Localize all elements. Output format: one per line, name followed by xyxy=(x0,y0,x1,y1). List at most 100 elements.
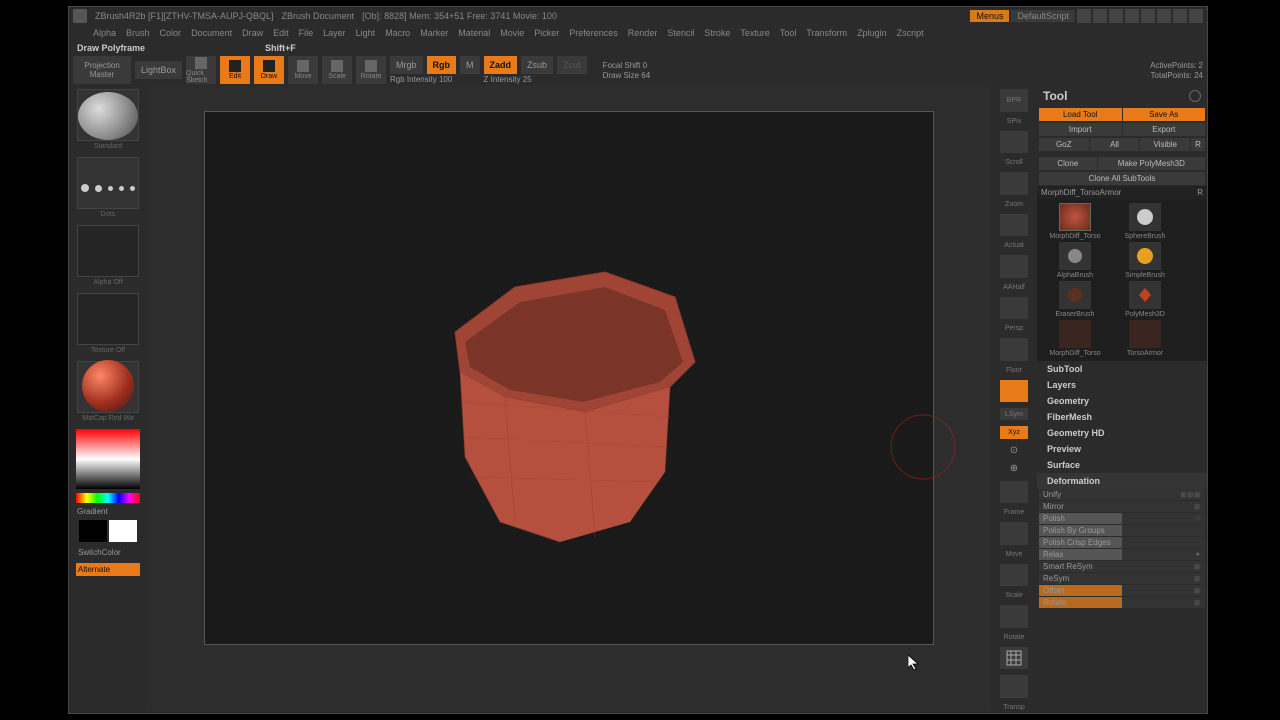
lightbox-button[interactable]: LightBox xyxy=(135,61,182,79)
menu-document[interactable]: Document xyxy=(191,28,232,38)
menu-stroke[interactable]: Stroke xyxy=(704,28,730,38)
minimize-icon[interactable] xyxy=(1157,9,1171,23)
menu-layer[interactable]: Layer xyxy=(323,28,346,38)
gradient-swatches[interactable] xyxy=(79,520,137,542)
alternate-button[interactable]: Alternate xyxy=(76,563,140,576)
r-toggle[interactable]: R xyxy=(1197,188,1203,197)
edit-button[interactable]: Edit xyxy=(220,56,250,84)
zcut-button[interactable]: Zcut xyxy=(557,56,587,74)
lock-icon[interactable] xyxy=(1141,9,1155,23)
brush-selector[interactable]: Standard xyxy=(77,89,139,141)
projection-master-button[interactable]: Projection Master xyxy=(73,56,131,84)
section-fibermesh[interactable]: FiberMesh xyxy=(1037,409,1207,425)
color-picker[interactable] xyxy=(76,429,140,489)
focal-shift-slider[interactable]: Focal Shift 0 xyxy=(603,61,651,70)
refresh-icon[interactable] xyxy=(1189,90,1201,102)
rgb-intensity-slider[interactable]: Rgb Intensity 100 xyxy=(390,75,480,84)
def-polishgroups[interactable]: Polish By Groups xyxy=(1039,525,1205,536)
clone-button[interactable]: Clone xyxy=(1039,157,1097,170)
viewport[interactable] xyxy=(204,111,934,645)
hue-bar[interactable] xyxy=(76,493,140,503)
menu-stencil[interactable]: Stencil xyxy=(667,28,694,38)
tool-item-alphabrush[interactable]: AlphaBrush xyxy=(1041,242,1109,279)
sym-toggle-1[interactable]: ⊙ xyxy=(1000,445,1028,457)
bpr-button[interactable]: BPR xyxy=(1000,89,1028,112)
menu-marker[interactable]: Marker xyxy=(420,28,448,38)
material-selector[interactable]: MatCap Red Wa xyxy=(77,361,139,413)
menu-texture[interactable]: Texture xyxy=(740,28,770,38)
polyframe-button[interactable] xyxy=(1000,647,1028,670)
menu-file[interactable]: File xyxy=(299,28,314,38)
zoom-button[interactable] xyxy=(1000,172,1028,195)
layout-icon[interactable] xyxy=(1109,9,1123,23)
menu-brush[interactable]: Brush xyxy=(126,28,150,38)
def-relax[interactable]: Relax● xyxy=(1039,549,1205,560)
section-deformation[interactable]: Deformation xyxy=(1037,473,1207,489)
rotate-nav-button[interactable] xyxy=(1000,605,1028,628)
menu-zplugin[interactable]: Zplugin xyxy=(857,28,887,38)
def-rotate[interactable]: Rotate⊞ xyxy=(1039,597,1205,608)
import-button[interactable]: Import xyxy=(1039,123,1122,136)
local-button[interactable] xyxy=(1000,380,1028,403)
menu-draw[interactable]: Draw xyxy=(242,28,263,38)
menu-render[interactable]: Render xyxy=(628,28,658,38)
floor-button[interactable] xyxy=(1000,338,1028,361)
tool-item-simplebrush[interactable]: SimpleBrush xyxy=(1111,242,1179,279)
zsub-button[interactable]: Zsub xyxy=(521,56,553,74)
texture-selector[interactable]: Texture Off xyxy=(77,293,139,345)
tool-item-eraserbrush[interactable]: EraserBrush xyxy=(1041,281,1109,318)
rotate-button[interactable]: Rotate xyxy=(356,56,386,84)
tool-item-spherebrush[interactable]: SphereBrush xyxy=(1111,203,1179,240)
tool-item-torsoarmor[interactable]: TorsoArmor xyxy=(1111,320,1179,357)
scroll-button[interactable] xyxy=(1000,131,1028,154)
menu-color[interactable]: Color xyxy=(160,28,182,38)
def-resym[interactable]: ReSym⊞ xyxy=(1039,573,1205,584)
section-preview[interactable]: Preview xyxy=(1037,441,1207,457)
move-nav-button[interactable] xyxy=(1000,522,1028,545)
tool-item-polymesh[interactable]: PolyMesh3D xyxy=(1111,281,1179,318)
tool-item-morphdiff[interactable]: MorphDiff_Torso xyxy=(1041,203,1109,240)
goz-visible-button[interactable]: Visible xyxy=(1140,138,1190,151)
menu-tool[interactable]: Tool xyxy=(780,28,797,38)
menu-edit[interactable]: Edit xyxy=(273,28,289,38)
default-script[interactable]: DefaultScript xyxy=(1011,10,1075,22)
section-geometry[interactable]: Geometry xyxy=(1037,393,1207,409)
actual-button[interactable] xyxy=(1000,214,1028,237)
draw-button[interactable]: Draw xyxy=(254,56,284,84)
xyz-button[interactable]: Xyz xyxy=(1000,426,1028,438)
goz-all-button[interactable]: All xyxy=(1090,138,1140,151)
move-button[interactable]: Move xyxy=(288,56,318,84)
menu-alpha[interactable]: Alpha xyxy=(93,28,116,38)
menu-transform[interactable]: Transform xyxy=(806,28,847,38)
make-polymesh-button[interactable]: Make PolyMesh3D xyxy=(1098,157,1205,170)
def-mirror[interactable]: Mirror⊞ xyxy=(1039,501,1205,512)
section-layers[interactable]: Layers xyxy=(1037,377,1207,393)
clone-all-button[interactable]: Clone All SubTools xyxy=(1039,172,1205,185)
menu-preferences[interactable]: Preferences xyxy=(569,28,618,38)
menu-macro[interactable]: Macro xyxy=(385,28,410,38)
mrgb-button[interactable]: Mrgb xyxy=(390,56,423,74)
quicksketch-button[interactable]: Quick Sketch xyxy=(186,56,216,84)
def-unify[interactable]: Unify⊞⊞⊞ xyxy=(1039,489,1205,500)
close-icon[interactable] xyxy=(1189,9,1203,23)
def-polishcrisp[interactable]: Polish Crisp Edges xyxy=(1039,537,1205,548)
draw-size-slider[interactable]: Draw Size 64 xyxy=(603,71,651,80)
tool-item-morphdiff2[interactable]: MorphDiff_Torso xyxy=(1041,320,1109,357)
aahalf-button[interactable] xyxy=(1000,255,1028,278)
export-button[interactable]: Export xyxy=(1123,123,1206,136)
menu-light[interactable]: Light xyxy=(356,28,376,38)
sym-toggle-2[interactable]: ⊕ xyxy=(1000,463,1028,475)
menu-picker[interactable]: Picker xyxy=(534,28,559,38)
scale-button[interactable]: Scale xyxy=(322,56,352,84)
scale-nav-button[interactable] xyxy=(1000,564,1028,587)
def-offset[interactable]: Offset⊞ xyxy=(1039,585,1205,596)
lsym-button[interactable]: LSym xyxy=(1000,408,1028,420)
m-button[interactable]: M xyxy=(460,56,480,74)
menus-toggle[interactable]: Menus xyxy=(970,10,1009,22)
persp-button[interactable] xyxy=(1000,297,1028,320)
goz-r-button[interactable]: R xyxy=(1191,138,1205,151)
section-geometryhd[interactable]: Geometry HD xyxy=(1037,425,1207,441)
color-icon[interactable] xyxy=(1125,9,1139,23)
def-smartresym[interactable]: Smart ReSym⊞ xyxy=(1039,561,1205,572)
switchcolor-button[interactable]: SwitchColor xyxy=(76,546,140,559)
